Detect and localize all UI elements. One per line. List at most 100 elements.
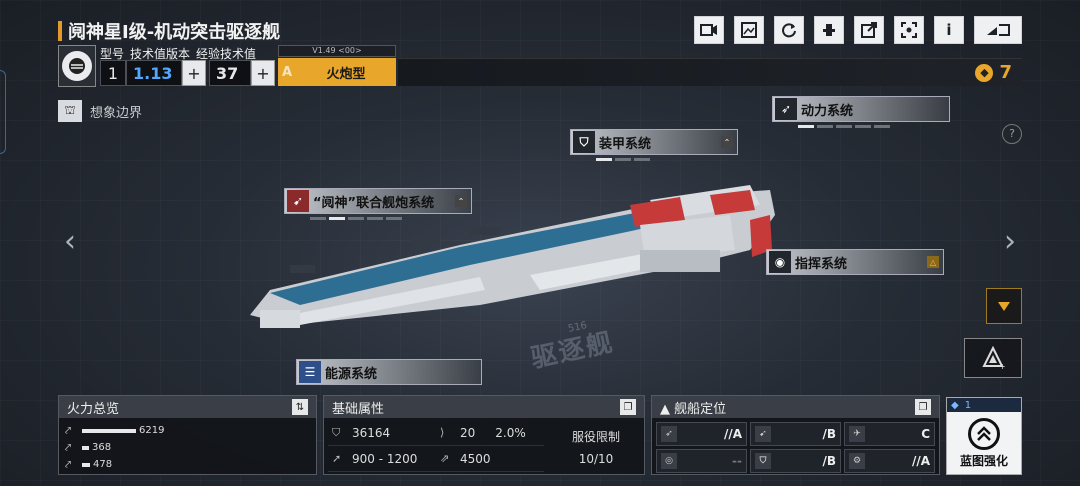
back-icon[interactable] [974,16,1022,44]
armor-system[interactable]: ⛉ 装甲系统 ⌃ [570,129,738,161]
position-cell: ⛉ /B [750,449,841,473]
ship-type-badge: A 火炮型 [278,58,396,86]
svg-text:+: + [999,362,1006,370]
positioning-panel[interactable]: ▲ 舰船定位 ❐ ➶//A ➹/B ✈ C ◎ -- ⛉/B ⚙//A [651,395,940,475]
position-cell: ➹ /B [750,422,841,446]
currency-display: ◆ 7 [975,62,1012,83]
scan-icon[interactable] [894,16,924,44]
energy-value: 4500 [460,451,491,466]
energy-system-tag[interactable]: ☰ 能源系统 [296,359,482,385]
armor-value: 20 [460,425,476,440]
power-system-pips [798,125,950,128]
hp-value: 36164 [352,425,391,440]
firepower-row: ⤤ 368 [65,439,310,456]
side-drawer-handle[interactable] [0,70,6,154]
positioning-title: ▲ 舰船定位 [660,401,727,417]
target-icon: ◎ [661,453,677,469]
position-grade: //A [723,427,742,441]
share-icon[interactable] [854,16,884,44]
refresh-icon[interactable] [774,16,804,44]
speed-icon: ➚ [332,452,342,465]
blueprint-count: 1 [964,399,972,411]
support-icon: ⚙ [849,453,865,469]
firepower-row: ⤤ 6219 [65,422,310,439]
chevron-up-icon [968,418,1000,450]
position-cell: ⚙ //A [844,449,935,473]
cannon-icon: ⤤ [65,440,72,454]
base-attributes-header: 基础属性 ❐ [324,396,644,418]
hydrant-icon[interactable] [814,16,844,44]
tech-version-plus-button[interactable]: + [182,60,206,86]
warning-icon: △ [927,256,939,268]
service-value: 10/10 [578,452,614,466]
firepower-title: 火力总览 [67,401,120,417]
power-system[interactable]: ➶ 动力系统 [772,96,950,128]
sort-icon[interactable]: ⇅ [292,399,308,415]
firepower-value: 478 [93,459,113,470]
cannon-icon: ⤤ [65,423,72,437]
next-ship-arrow[interactable]: › [1004,224,1016,259]
engine-icon: ➶ [775,98,797,120]
imagine-boundary-button[interactable]: ⛫ 想象边界 [58,100,142,122]
armor-system-pips [596,158,738,161]
missile-icon: ➹ [287,190,309,212]
firepower-row: ⤤ 478 [65,456,310,473]
prev-ship-arrow[interactable]: ‹ [64,224,76,259]
firepower-bar [82,462,90,467]
blueprint-icon: ◆ [951,399,959,411]
expand-icon[interactable]: ❐ [620,399,636,415]
command-system-tag[interactable]: ◉ 指挥系统 △ [766,249,944,275]
cannon-system[interactable]: ➹ “阋神”联合舰炮系统 ⌃ [284,188,472,220]
position-grade: /B [822,427,836,441]
exp-plus-button[interactable]: + [251,60,275,86]
position-grade: //A [911,454,930,468]
cannon-system-pips [310,217,472,220]
currency-icon: ◆ [975,63,994,82]
shield-icon: ⛉ [332,425,341,439]
armor-system-label: 装甲系统 [599,136,652,152]
armor-icon: ⟩ [440,426,445,439]
type-grade: A [281,64,293,80]
cannon-system-tag[interactable]: ➹ “阋神”联合舰炮系统 ⌃ [284,188,472,214]
base-attributes-panel[interactable]: 基础属性 ❐ ⛉ 36164 ⟩ 20 2.0% ➚ 900 - 1200 ⇗ 4500 … [323,395,645,475]
blueprint-count-bar: ◆ 1 [947,398,1021,412]
top-toolbar: i [694,16,1022,44]
video-icon[interactable] [694,16,724,44]
energy-icon: ⇗ [440,452,450,465]
firepower-panel[interactable]: 火力总览 ⇅ ⤤ 6219 ⤤ 368 ⤤ 478 [58,395,317,475]
aircraft-icon: ✈ [849,426,865,442]
service-label: 服役限制 [571,430,620,444]
exp-value: 37 [209,60,251,86]
evasion-value: 2.0% [495,425,526,440]
fleet-formation-icon[interactable]: + [964,338,1022,378]
firepower-header: 火力总览 ⇅ [59,396,316,418]
firepower-bar [82,445,89,450]
title-accent-bar [58,21,62,41]
help-icon[interactable]: ? [1002,124,1022,144]
info-icon[interactable]: i [934,16,964,44]
image-icon[interactable] [734,16,764,44]
ship-name: 阋神星I级-机动突击驱逐舰 [68,22,281,43]
blueprint-label: 蓝图强化 [959,454,1008,468]
blueprint-enhance-button[interactable]: ◆ 1 蓝图强化 [946,397,1022,475]
power-system-tag[interactable]: ➶ 动力系统 [772,96,950,122]
model-value: 1 [100,60,126,86]
positioning-title-text: 舰船定位 [674,401,727,417]
expand-icon[interactable]: ❐ [915,399,931,415]
tech-version-value: 1.13 [126,60,182,86]
dropdown-icon[interactable] [986,288,1022,324]
firepower-value: 368 [92,442,112,453]
spec-strip [398,58,1022,86]
power-system-label: 动力系统 [801,103,854,119]
positioning-header: ▲ 舰船定位 ❐ [652,396,939,418]
radar-icon: ◉ [769,251,791,273]
energy-system[interactable]: ☰ 能源系统 [296,359,482,385]
command-system[interactable]: ◉ 指挥系统 △ [766,249,944,275]
upgrade-icon: ⌃ [721,136,733,148]
armor-system-tag[interactable]: ⛉ 装甲系统 ⌃ [570,129,738,155]
version-tag: V1.49 <00> [278,45,396,57]
shield-icon: ⛉ [755,453,771,469]
position-cell: ➶ //A [656,422,747,446]
firepower-rows: ⤤ 6219 ⤤ 368 ⤤ 478 [59,418,316,477]
hydrant-small-icon: ⛫ [58,100,82,122]
